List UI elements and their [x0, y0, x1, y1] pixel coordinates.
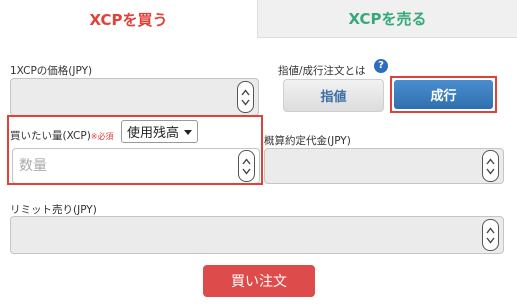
chevron-up-icon[interactable]	[486, 157, 495, 165]
estimated-total-field[interactable]	[264, 148, 504, 184]
buy-order-button[interactable]: 買い注文	[203, 265, 315, 297]
tab-sell[interactable]: XCPを売る	[258, 0, 517, 38]
limit-sell-field[interactable]	[10, 216, 504, 254]
chevron-down-icon[interactable]	[486, 237, 495, 244]
quantity-field[interactable]	[12, 148, 260, 184]
price-label: 1XCPの価格(JPY)	[10, 65, 93, 77]
help-icon[interactable]: ?	[374, 59, 388, 73]
price-stepper[interactable]	[237, 81, 254, 113]
chevron-down-icon[interactable]	[242, 168, 251, 175]
tab-buy[interactable]: XCPを買う	[0, 0, 258, 38]
chevron-up-icon[interactable]	[486, 226, 495, 234]
estimated-total-stepper[interactable]	[482, 150, 499, 182]
chevron-down-icon[interactable]	[241, 99, 250, 106]
quantity-label-text: 買いたい量(XCP)	[10, 130, 91, 142]
quantity-stepper[interactable]	[238, 150, 255, 182]
required-badge: ※必須	[90, 132, 114, 141]
balance-dropdown-value: 使用残高	[127, 126, 180, 141]
price-input[interactable]	[11, 79, 228, 115]
quantity-input[interactable]	[13, 149, 229, 183]
limit-sell-label: リミット売り(JPY)	[10, 204, 97, 216]
order-type-label: 指値/成行注文とは	[278, 65, 366, 77]
market-order-button[interactable]: 成行	[394, 80, 493, 109]
price-field[interactable]	[10, 78, 259, 116]
market-order-highlight: 成行	[390, 76, 497, 113]
estimated-total-input[interactable]	[265, 149, 473, 183]
balance-dropdown[interactable]: 使用残高	[121, 120, 198, 143]
quantity-label: 買いたい量(XCP)※必須	[10, 128, 114, 143]
limit-sell-stepper[interactable]	[482, 219, 499, 251]
caret-down-icon	[184, 130, 192, 135]
chevron-up-icon[interactable]	[242, 157, 251, 165]
limit-order-button[interactable]: 指値	[283, 79, 384, 112]
chevron-down-icon[interactable]	[486, 168, 495, 175]
estimated-total-label: 概算約定代金(JPY)	[264, 135, 351, 147]
limit-sell-input[interactable]	[11, 217, 473, 253]
chevron-up-icon[interactable]	[241, 88, 250, 96]
